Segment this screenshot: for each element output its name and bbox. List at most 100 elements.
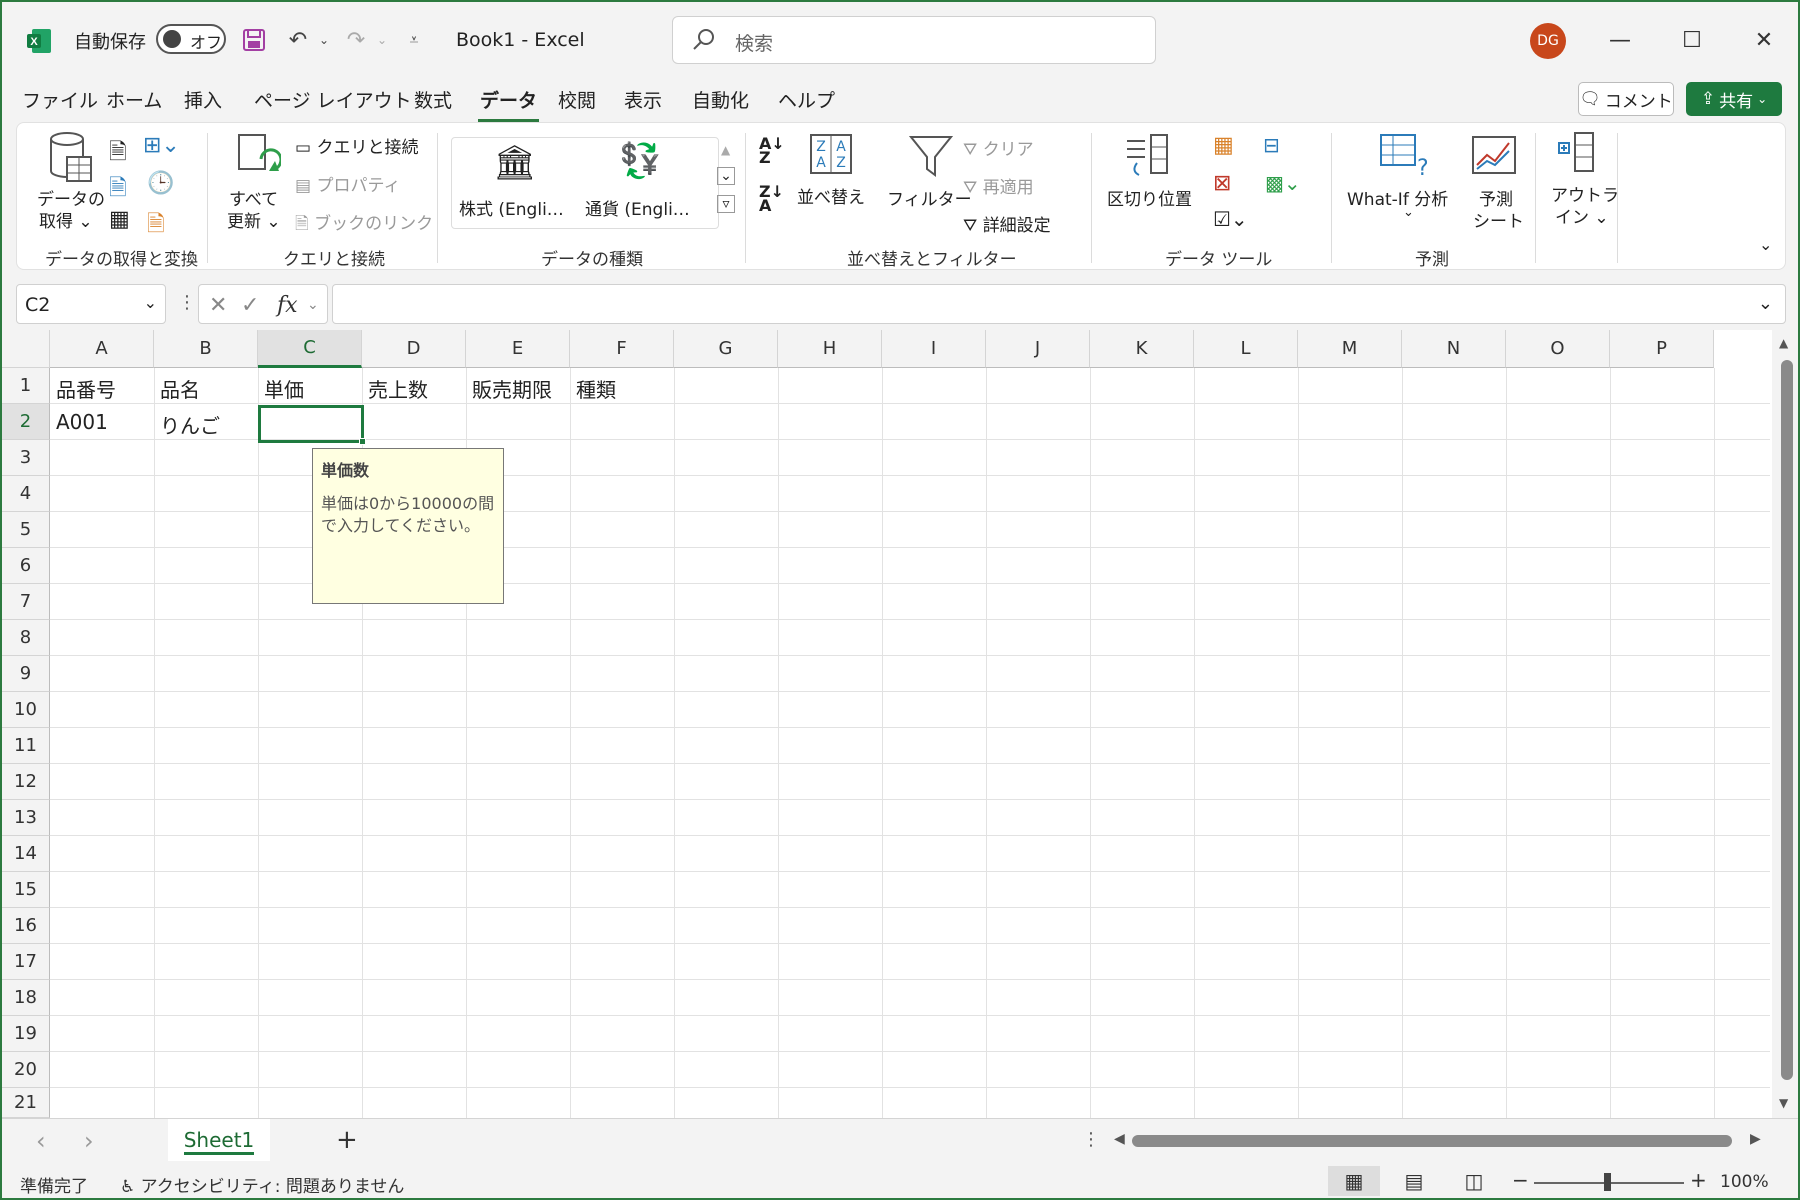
scroll-right-icon[interactable]: ▶ [1750, 1131, 1761, 1147]
tab-automate[interactable]: 自動化 [690, 86, 751, 118]
sheet-tab-sheet1[interactable]: Sheet1 [168, 1119, 270, 1161]
search-box[interactable]: 検索 [672, 16, 1156, 64]
cell-a2[interactable]: A001 [56, 410, 108, 434]
undo-dropdown-icon[interactable]: ⌄ [308, 24, 340, 56]
select-all-corner[interactable] [2, 330, 50, 368]
consolidate-icon[interactable]: ⊟ [1263, 133, 1280, 157]
tab-home[interactable]: ホーム [104, 86, 164, 118]
get-data-icon[interactable] [47, 131, 93, 189]
tab-formulas[interactable]: 数式 [412, 86, 454, 118]
row-header[interactable]: 20 [2, 1052, 50, 1088]
row-header[interactable]: 9 [2, 656, 50, 692]
what-if-dropdown-icon[interactable]: ⌄ [1403, 205, 1414, 220]
close-icon[interactable]: ✕ [1744, 22, 1784, 58]
row-header[interactable]: 15 [2, 872, 50, 908]
advanced-filter-button[interactable]: ⛛ 詳細設定 [963, 211, 1051, 236]
tab-page-layout[interactable]: ページ レイアウト [252, 86, 414, 118]
row-header[interactable]: 2 [2, 404, 50, 440]
formula-input[interactable]: ⌄ [332, 284, 1786, 324]
row-header[interactable]: 5 [2, 512, 50, 548]
book-links-button[interactable]: 🗎 ブックのリンク [295, 209, 433, 240]
column-header-a[interactable]: A [50, 330, 154, 368]
accessibility-status[interactable]: ♿ アクセシビリティ: 問題ありません [120, 1172, 404, 1197]
column-header-b[interactable]: B [154, 330, 258, 368]
column-header-d[interactable]: D [362, 330, 466, 368]
sort-za-icon[interactable]: Z↓ A [759, 184, 784, 214]
data-model-icon[interactable]: ▩⌄ [1265, 171, 1301, 195]
filter-button[interactable]: フィルター [887, 185, 972, 210]
cell-d1[interactable]: 売上数 [368, 374, 428, 403]
from-text-icon[interactable]: 🗎 [109, 135, 127, 173]
forecast-label-2[interactable]: シート [1473, 207, 1524, 232]
row-header[interactable]: 21 [2, 1088, 50, 1118]
cell-c1[interactable]: 単価 [264, 374, 304, 403]
horizontal-scroll-thumb[interactable] [1132, 1135, 1732, 1147]
outline-icon[interactable] [1557, 131, 1597, 179]
sort-icon[interactable]: ZAAZ [809, 133, 853, 179]
gallery-down-icon[interactable]: ⌄ [717, 167, 735, 185]
ribbon-collapse-icon[interactable]: ⌄ [1759, 235, 1772, 254]
active-cell-c2[interactable] [258, 405, 366, 445]
existing-connections-icon[interactable]: 🗎 [147, 207, 165, 245]
column-header-h[interactable]: H [778, 330, 882, 368]
scroll-down-icon[interactable]: ▼ [1779, 1096, 1788, 1110]
reapply-button[interactable]: ⛛ 再適用 [963, 173, 1034, 198]
tab-help[interactable]: ヘルプ [776, 86, 837, 118]
scroll-up-icon[interactable]: ▲ [1779, 336, 1788, 350]
next-sheet-icon[interactable]: › [84, 1127, 94, 1155]
more-options-icon[interactable]: ⋮ [178, 292, 196, 313]
row-header[interactable]: 6 [2, 548, 50, 584]
filter-icon[interactable] [908, 133, 954, 183]
data-validation-icon[interactable]: ☑⌄ [1213, 207, 1248, 231]
currency-button[interactable]: 通貨 (Engli… [585, 195, 690, 220]
column-header-i[interactable]: I [882, 330, 986, 368]
maximize-icon[interactable]: ☐ [1672, 22, 1712, 58]
row-header[interactable]: 19 [2, 1016, 50, 1052]
stocks-button[interactable]: 株式 (Engli… [459, 195, 564, 220]
minimize-icon[interactable]: — [1600, 22, 1640, 58]
worksheet-grid[interactable]: A B C D E F G H I J K L M N O P 1 2 3 4 … [2, 330, 1798, 1118]
cancel-icon[interactable]: ✕ [209, 293, 227, 318]
user-avatar[interactable]: DG [1530, 23, 1566, 59]
row-header[interactable]: 3 [2, 440, 50, 476]
name-box[interactable]: C2 ⌄ [16, 284, 166, 324]
tab-insert[interactable]: 挿入 [182, 86, 224, 118]
recent-sources-icon[interactable]: 🕒 [147, 171, 174, 196]
column-header-f[interactable]: F [570, 330, 674, 368]
column-header-o[interactable]: O [1506, 330, 1610, 368]
page-layout-view-icon[interactable]: ▤ [1388, 1166, 1440, 1196]
autosave-toggle[interactable]: オフ [156, 24, 226, 54]
row-header[interactable]: 13 [2, 800, 50, 836]
gallery-up-icon[interactable]: ▲ [721, 143, 730, 157]
row-header[interactable]: 18 [2, 980, 50, 1016]
column-header-e[interactable]: E [466, 330, 570, 368]
text-to-columns-button[interactable]: 区切り位置 [1107, 185, 1192, 210]
column-header-k[interactable]: K [1090, 330, 1194, 368]
scroll-left-icon[interactable]: ◀ [1114, 1131, 1125, 1147]
tab-view[interactable]: 表示 [622, 86, 664, 118]
redo-dropdown-icon[interactable]: ⌄ [366, 24, 398, 56]
row-header[interactable]: 10 [2, 692, 50, 728]
chevron-down-icon[interactable]: ⌄ [307, 297, 319, 313]
tab-file[interactable]: ファイル [20, 86, 100, 118]
zoom-slider-thumb[interactable] [1604, 1173, 1611, 1191]
forecast-sheet-icon[interactable] [1471, 135, 1517, 181]
row-header[interactable]: 4 [2, 476, 50, 512]
share-button[interactable]: ⇪ 共有 ⌄ [1686, 82, 1782, 116]
row-header[interactable]: 7 [2, 584, 50, 620]
column-header-g[interactable]: G [674, 330, 778, 368]
column-header-p[interactable]: P [1610, 330, 1714, 368]
column-header-m[interactable]: M [1298, 330, 1402, 368]
gallery-more-icon[interactable]: ▿ [717, 195, 735, 213]
from-web-icon[interactable]: 🗎 [109, 171, 127, 209]
row-header[interactable]: 8 [2, 620, 50, 656]
save-icon[interactable] [238, 24, 270, 56]
fill-handle[interactable] [359, 438, 366, 445]
row-header[interactable]: 17 [2, 944, 50, 980]
cell-b2[interactable]: りんご [160, 410, 220, 439]
expand-formula-icon[interactable]: ⌄ [1758, 293, 1773, 314]
add-sheet-icon[interactable]: + [336, 1125, 358, 1155]
row-header[interactable]: 1 [2, 368, 50, 404]
insert-function-icon[interactable]: fx [277, 293, 298, 318]
row-header[interactable]: 16 [2, 908, 50, 944]
